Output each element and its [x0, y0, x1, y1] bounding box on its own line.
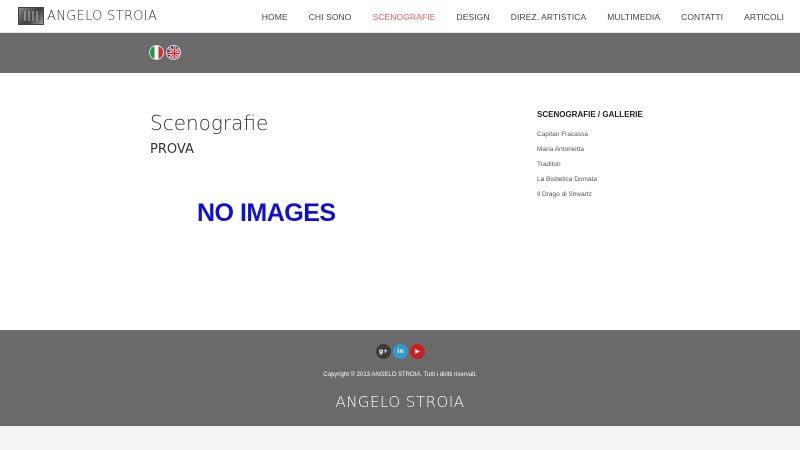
nav-item-direz-artistica[interactable]: DIREZ. ARTISTICA	[511, 12, 587, 22]
gallery-link-il-drago-di-shwartz[interactable]: Il Drago di Shwartz	[537, 187, 737, 202]
nav-item-contatti[interactable]: CONTATTI	[681, 12, 723, 22]
gallery-link-maria-antonietta[interactable]: Maria Antonietta	[537, 142, 737, 157]
gallery-link-la-bisbetica-domata[interactable]: La Bisbetica Domata	[537, 172, 737, 187]
uk-flag-icon[interactable]	[166, 45, 181, 60]
page-bottom-strip	[0, 426, 800, 450]
site-footer: g+ in ▶ Copyright © 2013 ANGELO STROIA. …	[0, 330, 800, 426]
nav-item-scenografie[interactable]: SCENOGRAFIE	[373, 12, 436, 22]
language-bar	[0, 33, 800, 73]
gallery-sidebar: SCENOGRAFIE / GALLERIE Capitan Fracassa …	[537, 110, 737, 202]
main-nav: HOME CHI SONO SCENOGRAFIE DESIGN DIREZ. …	[241, 0, 784, 33]
gallery-link-traditori[interactable]: Traditori	[537, 157, 737, 172]
sidebar-title: SCENOGRAFIE / GALLERIE	[537, 110, 643, 119]
social-links: g+ in ▶	[376, 344, 425, 359]
linkedin-icon[interactable]: in	[393, 344, 408, 359]
no-images-placeholder: NO IMAGES	[197, 199, 336, 227]
site-header: ANGELO STROIA HOME CHI SONO SCENOGRAFIE …	[0, 0, 800, 33]
nav-item-design[interactable]: DESIGN	[457, 12, 490, 22]
nav-item-articoli[interactable]: ARTICOLI	[744, 12, 784, 22]
site-logo[interactable]: ANGELO STROIA	[18, 7, 157, 25]
gallery-list: Capitan Fracassa Maria Antonietta Tradit…	[537, 127, 737, 202]
nav-item-home[interactable]: HOME	[262, 12, 288, 22]
footer-logo: ANGELO STROIA	[335, 393, 465, 411]
nav-item-chi-sono[interactable]: CHI SONO	[309, 12, 352, 22]
logo-text: ANGELO STROIA	[47, 8, 158, 24]
italy-flag-icon[interactable]	[149, 45, 164, 60]
main-content: Scenografie PROVA NO IMAGES SCENOGRAFIE …	[0, 73, 800, 330]
nav-item-multimedia[interactable]: MULTIMEDIA	[607, 12, 660, 22]
page-subtitle: PROVA	[150, 142, 194, 157]
google-plus-icon[interactable]: g+	[376, 344, 391, 359]
page-title: Scenografie	[150, 111, 269, 135]
logo-mark-icon	[18, 7, 44, 25]
youtube-icon[interactable]: ▶	[410, 344, 425, 359]
gallery-link-capitan-fracassa[interactable]: Capitan Fracassa	[537, 127, 737, 142]
copyright-text: Copyright © 2013 ANGELO STROIA. Tutti i …	[323, 372, 477, 378]
